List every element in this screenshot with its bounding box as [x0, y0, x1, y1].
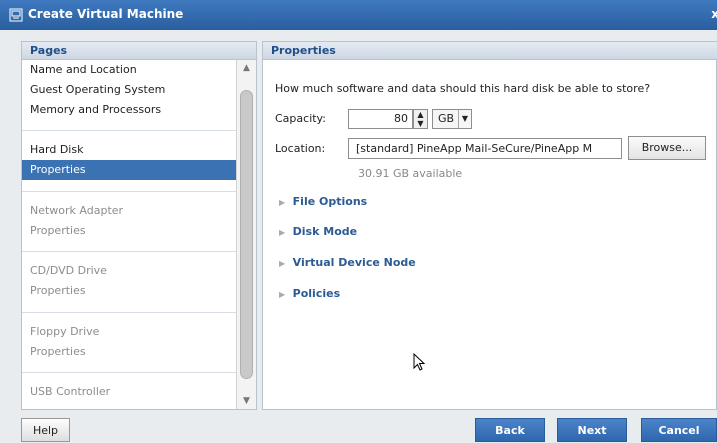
page-cd-dvd-properties[interactable]: Properties — [22, 281, 236, 301]
next-button[interactable]: Next — [557, 418, 627, 442]
pages-panel: Pages Name and Location Guest Operating … — [21, 41, 257, 410]
cancel-button[interactable]: Cancel — [641, 418, 717, 442]
browse-button[interactable]: Browse... — [628, 136, 706, 160]
location-field[interactable]: [standard] PineApp Mail-SeCure/PineApp M — [348, 138, 622, 159]
separator — [22, 191, 236, 192]
vm-icon — [9, 8, 23, 22]
title-bar: Create Virtual Machine x — [0, 0, 717, 30]
section-title[interactable]: Disk Mode — [292, 225, 362, 238]
section-virtual-device-node[interactable]: ▶ Virtual Device Node — [279, 256, 711, 272]
page-network-adapter[interactable]: Network Adapter — [22, 201, 236, 221]
available-space: 30.91 GB available — [358, 167, 463, 180]
page-name-and-location[interactable]: Name and Location — [22, 60, 236, 80]
separator — [22, 251, 236, 252]
expand-triangle-icon[interactable]: ▶ — [279, 290, 285, 299]
capacity-input[interactable]: 80 — [348, 109, 413, 129]
section-title[interactable]: File Options — [292, 195, 372, 208]
capacity-question: How much software and data should this h… — [275, 82, 651, 95]
separator — [22, 372, 236, 373]
expand-triangle-icon[interactable]: ▶ — [279, 259, 285, 268]
properties-panel: Properties How much software and data sh… — [262, 41, 717, 410]
capacity-label: Capacity: — [275, 112, 326, 125]
properties-header: Properties — [263, 42, 717, 60]
expand-triangle-icon[interactable]: ▶ — [279, 228, 285, 237]
back-button[interactable]: Back — [475, 418, 545, 442]
page-memory-processors[interactable]: Memory and Processors — [22, 100, 236, 120]
close-icon[interactable]: x — [711, 7, 717, 21]
page-floppy-properties[interactable]: Properties — [22, 342, 236, 362]
window-title: Create Virtual Machine — [28, 7, 184, 21]
section-title[interactable]: Policies — [292, 287, 345, 300]
pages-header: Pages — [22, 42, 256, 60]
separator — [22, 130, 236, 131]
capacity-unit-value: GB — [438, 112, 455, 125]
capacity-unit-select[interactable]: GB ▼ — [432, 109, 472, 129]
page-hard-disk[interactable]: Hard Disk — [22, 140, 236, 160]
separator — [22, 312, 236, 313]
section-title[interactable]: Virtual Device Node — [292, 256, 420, 269]
mouse-cursor-icon — [413, 353, 425, 371]
page-cd-dvd-drive[interactable]: CD/DVD Drive — [22, 261, 236, 281]
expand-triangle-icon[interactable]: ▶ — [279, 198, 285, 207]
section-disk-mode[interactable]: ▶ Disk Mode — [279, 225, 711, 241]
page-guest-os[interactable]: Guest Operating System — [22, 80, 236, 100]
scroll-thumb[interactable] — [240, 90, 253, 379]
help-button[interactable]: Help — [21, 418, 70, 442]
scroll-down-icon[interactable]: ▼ — [237, 393, 256, 409]
page-network-properties[interactable]: Properties — [22, 221, 236, 241]
chevron-down-icon[interactable]: ▼ — [458, 110, 471, 128]
page-hard-disk-properties[interactable]: Properties — [22, 160, 236, 180]
page-floppy-drive[interactable]: Floppy Drive — [22, 322, 236, 342]
capacity-spinner[interactable]: ▲ ▼ — [413, 109, 428, 129]
scroll-up-icon[interactable]: ▲ — [237, 60, 256, 76]
pages-scrollbar[interactable]: ▲ ▼ — [236, 60, 256, 409]
location-label: Location: — [275, 142, 326, 155]
page-usb-controller[interactable]: USB Controller — [22, 382, 236, 402]
section-file-options[interactable]: ▶ File Options — [279, 195, 711, 211]
section-policies[interactable]: ▶ Policies — [279, 287, 711, 303]
